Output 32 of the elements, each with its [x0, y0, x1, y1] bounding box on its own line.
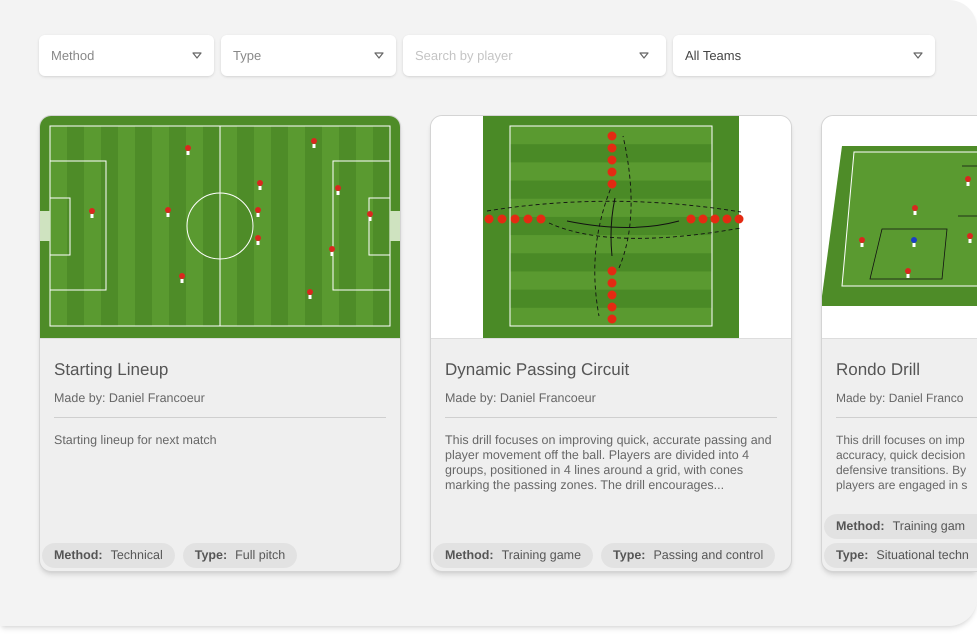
drill-card[interactable]: Starting Lineup Made by: Daniel Francoeur Starting lineup for next match Method: Technical Type: Full pitch: [39, 115, 401, 572]
caret-down-icon: [913, 52, 923, 59]
caret-down-icon: [374, 52, 384, 59]
tag-value: Passing and control: [653, 547, 764, 564]
card-title: Dynamic Passing Circuit: [445, 359, 630, 381]
tag-value: Training gam: [892, 518, 966, 536]
card-title: Rondo Drill: [836, 359, 922, 381]
description-text: This drill focuses on improving quick, accurate passing and player movement off the ball. Players are divided into 4 groups, positioned in 4 lines around a grid, with cones marking the passing zones. The drill encourages...: [445, 433, 773, 494]
tag-label: Type:: [836, 547, 868, 564]
caret-down-icon: [192, 52, 202, 59]
dropdown[interactable]: All Teams: [673, 35, 935, 76]
author-text: Made by: Daniel Francoeur: [445, 390, 597, 407]
description-text: Starting lineup for next match: [54, 433, 218, 448]
tag-label: Method:: [445, 547, 494, 564]
tag-value: Full pitch: [235, 547, 286, 564]
description-text: This drill focuses on imp accuracy, quick decision defensive transitions. By players are engaged in s: [836, 432, 968, 492]
search-field[interactable]: Search by player: [403, 35, 666, 76]
tag-label: Method:: [54, 547, 103, 564]
dropdown[interactable]: Type: [221, 35, 396, 76]
dropdown[interactable]: Method: [39, 35, 214, 76]
tag-value: Training game: [502, 547, 582, 564]
tag-label: Type:: [194, 547, 228, 564]
tag-value: Situational techn: [876, 547, 969, 564]
tag-label: Method:: [836, 518, 885, 536]
card-title: Starting Lineup: [54, 359, 170, 381]
caret-down-icon: [639, 52, 649, 59]
tag-value: Technical: [110, 547, 163, 564]
author-text: Made by: Daniel Francoeur: [54, 390, 206, 407]
drill-card[interactable]: [430, 115, 792, 572]
author-text: Made by: Daniel Franco: [836, 390, 964, 406]
tag-label: Type:: [613, 547, 646, 564]
drill-card[interactable]: Rondo Drill Made by: Daniel Franco This drill focuses on imp accuracy, quick decision defensive transitions. By players are engaged in s Method: Training gam Type: Situational techn: [821, 115, 977, 572]
